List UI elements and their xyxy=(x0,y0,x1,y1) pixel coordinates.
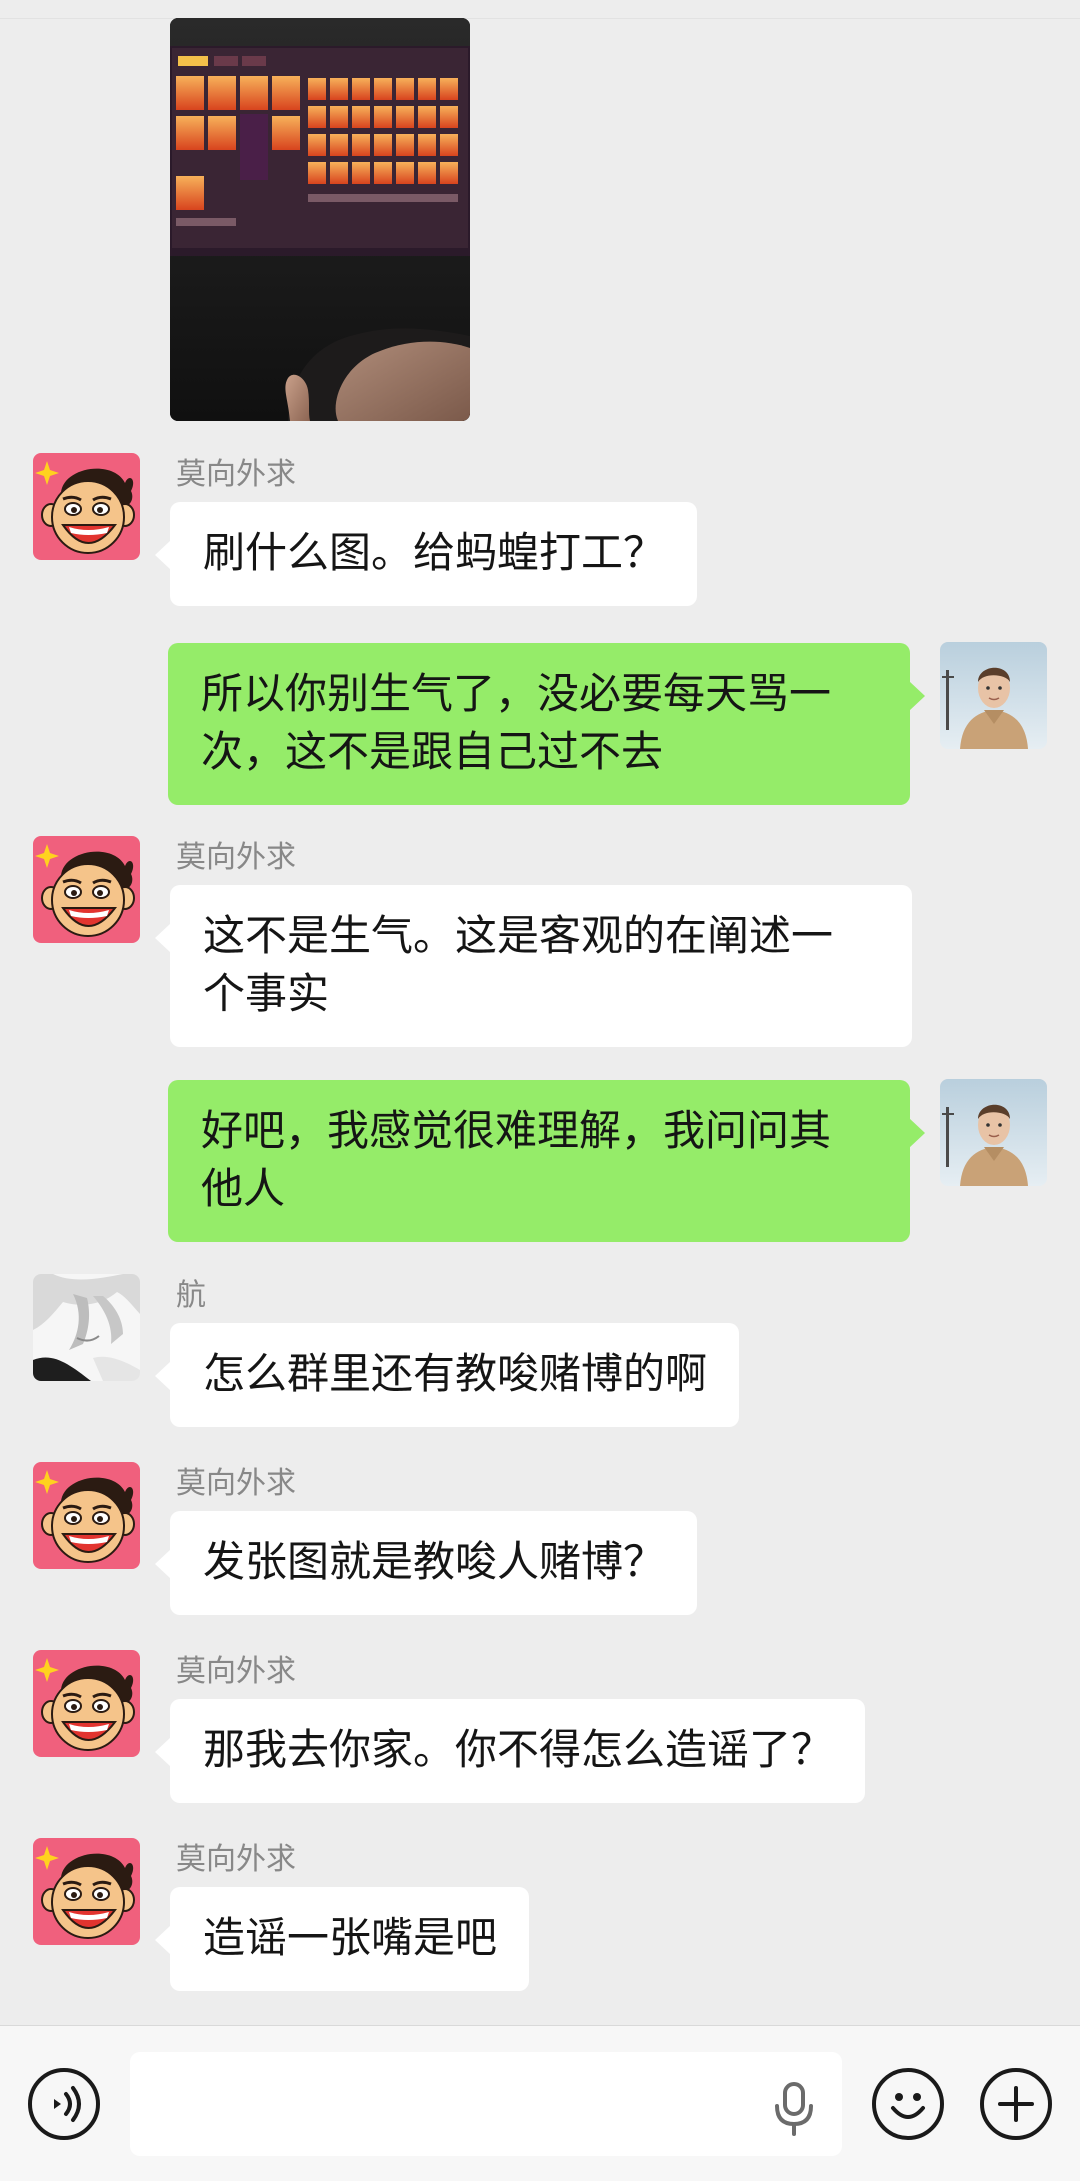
anime-avatar-icon xyxy=(33,1274,140,1381)
monkey-avatar-icon xyxy=(33,453,140,560)
monkey-avatar-icon xyxy=(33,1650,140,1757)
sender-avatar[interactable] xyxy=(33,453,140,560)
message-bubble[interactable]: 这不是生气。这是客观的在阐述一 个事实 xyxy=(155,885,912,1047)
sender-name: 航 xyxy=(176,1278,206,1313)
sender-name: 莫向外求 xyxy=(176,1654,296,1689)
sender-avatar[interactable] xyxy=(33,1462,140,1569)
microphone-icon[interactable] xyxy=(770,2080,818,2138)
sender-name: 莫向外求 xyxy=(176,1466,296,1501)
voice-icon xyxy=(54,2086,81,2122)
message-bubble[interactable]: 刷什么图。给蚂蝗打工？ xyxy=(154,502,698,606)
monkey-avatar-icon xyxy=(33,836,140,943)
chat-message-list[interactable]: 莫向外求 刷什么图。给蚂蝗打工？ 所以你别生气了，没必要每天骂一 次，这不是跟自… xyxy=(0,0,1080,2025)
sender-name: 莫向外求 xyxy=(176,457,296,492)
shared-photo[interactable] xyxy=(170,18,470,421)
sender-name: 莫向外求 xyxy=(176,840,296,875)
input-bar xyxy=(0,2025,1080,2181)
message-bubble[interactable]: 怎么群里还有教唆赌博的啊 xyxy=(154,1323,740,1427)
monkey-avatar-icon xyxy=(33,1462,140,1569)
message-bubble[interactable]: 好吧，我感觉很难理解，我问问其 他人 xyxy=(168,1080,925,1242)
message-bubble[interactable]: 发张图就是教唆人赌博？ xyxy=(154,1511,698,1615)
message-bubble[interactable]: 所以你别生气了，没必要每天骂一 次，这不是跟自己过不去 xyxy=(168,643,925,805)
self-avatar-icon xyxy=(940,1079,1047,1186)
sender-name: 莫向外求 xyxy=(176,1842,296,1877)
my-avatar[interactable] xyxy=(940,1079,1047,1186)
my-avatar[interactable] xyxy=(940,642,1047,749)
emoji-icon xyxy=(891,2093,925,2119)
message-bubble[interactable]: 那我去你家。你不得怎么造谣了？ xyxy=(154,1699,866,1803)
sender-avatar[interactable] xyxy=(33,1838,140,1945)
plus-icon xyxy=(998,2086,1034,2122)
sender-avatar[interactable] xyxy=(33,1650,140,1757)
more-options-button[interactable] xyxy=(980,2068,1052,2140)
sender-avatar[interactable] xyxy=(33,836,140,943)
monkey-avatar-icon xyxy=(33,1838,140,1945)
message-bubble[interactable]: 造谣一张嘴是吧 xyxy=(154,1887,530,1991)
photo-image xyxy=(170,18,470,421)
emoji-button[interactable] xyxy=(872,2068,944,2140)
message-input[interactable] xyxy=(130,2052,842,2156)
sender-avatar[interactable] xyxy=(33,1274,140,1381)
self-avatar-icon xyxy=(940,642,1047,749)
voice-toggle-button[interactable] xyxy=(28,2068,100,2140)
